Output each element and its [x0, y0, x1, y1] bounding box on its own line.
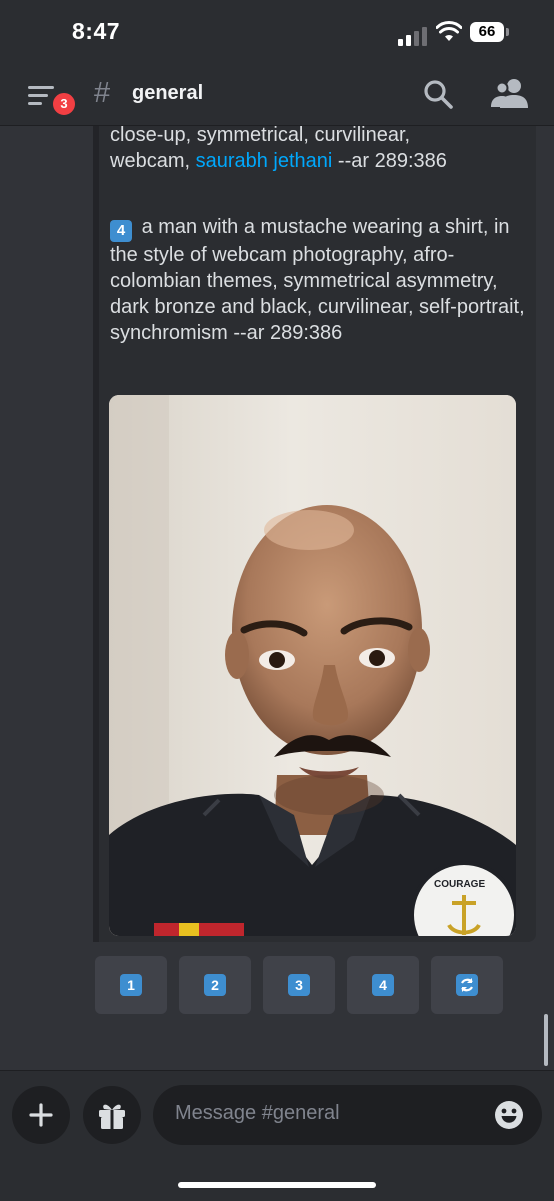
search-icon[interactable] [422, 78, 456, 112]
keycap-3-icon: 3 [288, 974, 310, 996]
upscale-1-button[interactable]: 1 [95, 956, 167, 1014]
refresh-icon [456, 974, 478, 996]
hash-icon: # [94, 77, 111, 109]
notification-badge: 3 [50, 90, 78, 118]
status-bar: 8:47 66 [0, 0, 554, 64]
scrollbar-thumb[interactable] [544, 1014, 548, 1066]
status-time: 8:47 [72, 18, 121, 44]
battery-tip [506, 28, 509, 36]
channels-menu-button[interactable]: 3 [22, 78, 78, 118]
keycap-1-icon: 1 [120, 974, 142, 996]
plus-icon [29, 1103, 53, 1127]
wifi-icon [436, 21, 462, 41]
add-attachment-button[interactable] [12, 1086, 70, 1144]
message-text-continued: close-up, symmetrical, curvilinear, webc… [110, 122, 530, 174]
upscale-4-button[interactable]: 4 [347, 956, 419, 1014]
gift-icon [99, 1104, 125, 1129]
prompt-text: a man with a mustache wearing a shirt, i… [110, 216, 525, 344]
message-input-placeholder: Message #general [175, 1102, 340, 1124]
battery-indicator: 66 [470, 22, 504, 42]
prompt-paragraph: 4 a man with a mustache wearing a shirt,… [110, 214, 530, 346]
channel-header: 3 # general [0, 64, 554, 126]
upscale-3-button[interactable]: 3 [263, 956, 335, 1014]
message-text-span: --ar 289:386 [332, 150, 447, 172]
portrait-illustration: COURAGE [109, 395, 516, 936]
cellular-signal-icon [398, 24, 428, 46]
message-line: close-up, symmetrical, curvilinear, [110, 124, 411, 146]
action-button-row: 1 2 3 4 [95, 956, 515, 1014]
gift-button[interactable] [83, 1086, 141, 1144]
emoji-icon[interactable] [493, 1099, 525, 1131]
keycap-2-icon: 2 [204, 974, 226, 996]
keycap-4-icon: 4 [372, 974, 394, 996]
shirt-patch-text: COURAGE [434, 879, 485, 890]
generated-image[interactable]: COURAGE [109, 395, 516, 936]
message-text-span: webcam, [110, 150, 196, 172]
channel-name[interactable]: general [132, 82, 203, 105]
members-icon[interactable] [490, 76, 530, 112]
home-indicator [178, 1182, 376, 1188]
keycap-4-emoji: 4 [110, 220, 132, 242]
upscale-2-button[interactable]: 2 [179, 956, 251, 1014]
refresh-button[interactable] [431, 956, 503, 1014]
message-line: webcam, saurabh jethani --ar 289:386 [110, 148, 530, 174]
user-link[interactable]: saurabh jethani [196, 150, 333, 172]
message-input[interactable]: Message #general [153, 1085, 542, 1145]
